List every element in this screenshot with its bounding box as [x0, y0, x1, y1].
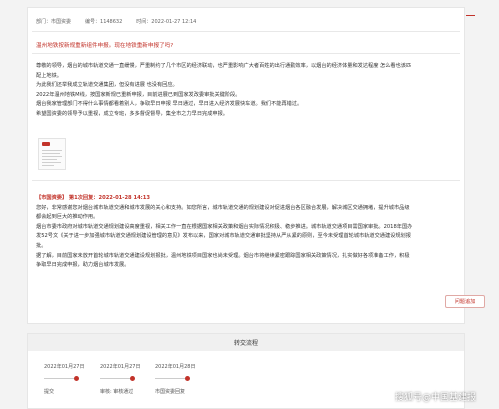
reply-paragraph: 争取早日完成申报，助力烟台城市发展。 — [36, 262, 130, 269]
document-logo-icon — [42, 142, 50, 146]
thumb-line — [42, 165, 54, 166]
reply-header: 【市国资委】 第1次回复：2022-01-28 14:13 — [36, 195, 150, 201]
attachment-thumbnail[interactable] — [38, 138, 66, 170]
message-time: 时间：2022-01-27 12:14 — [136, 18, 197, 25]
watermark: 搜狐号@中国基建报 — [395, 393, 477, 403]
message-number: 编号：1148632 — [85, 18, 123, 25]
flow-connector — [100, 378, 130, 379]
flow-dot-icon — [185, 376, 190, 381]
reply-paragraph: 烟台市委市政府对城市轨道交通规划建设高度重视，相关工作一直在根据国家相关政策和烟… — [36, 223, 413, 230]
reply-paragraph: 发52号文《关于进一步加强城市轨道交通规划建设管理的意见》发布以来，国家对城市轨… — [36, 233, 411, 240]
message-paragraph: 配上地铁。 — [36, 72, 62, 79]
flow-step: 2022年01月28日 市国资委回复 — [155, 363, 235, 395]
divider — [32, 31, 460, 32]
thumb-line — [42, 150, 62, 151]
flow-connector — [155, 378, 185, 379]
thumb-line — [42, 153, 60, 154]
message-body: 尊敬的领导，烟台的城市轨道交通一直缓慢，严重制约了几个市区的经济联动，也严重影响… — [36, 62, 460, 120]
reply-section: 【市国资委】 第1次回复：2022-01-28 14:13 您好，非常感谢您对烟… — [36, 194, 460, 271]
thumb-line — [42, 159, 57, 160]
reply-paragraph: 批。 — [36, 242, 47, 249]
thumb-line — [42, 156, 62, 157]
message-paragraph: 希望国资委的领导予以重视，成立专班，多多督促督导，集全市之力早日完成申报。 — [36, 110, 228, 117]
flow-step-label: 审核: 审核通过 — [100, 389, 134, 395]
flow-title: 转交流程 — [28, 334, 464, 351]
thumb-line — [42, 162, 61, 163]
message-paragraph: 尊敬的领导，烟台的城市轨道交通一直缓慢，严重制约了几个市区的经济联动，也严重影响… — [36, 63, 412, 69]
message-paragraph: 为此我们还举我成立轨道交通集团，但没有进展 也没有回应。 — [36, 82, 178, 89]
message-card: 部门：市国资委 编号：1148632 时间：2022-01-27 12:14 温… — [27, 7, 485, 324]
flow-step-date: 2022年01月28日 — [155, 364, 196, 370]
message-paragraph: 烟台我家管理部门不得什么事情都看着别人，争取早日申报 早日通过，早日进入经济发展… — [36, 101, 303, 108]
flow-dot-icon — [130, 376, 135, 381]
divider — [32, 180, 460, 181]
header-accent-line — [466, 15, 475, 16]
reply-paragraph: 都会起到巨大的推动作用。 — [36, 214, 99, 221]
flow-dot-icon — [74, 376, 79, 381]
message-paragraph: 2022年温州地铁M线，按国家新规已重新申报，目前进展已到国家发改委审批关键阶段… — [36, 91, 241, 98]
message-meta: 部门：市国资委 编号：1148632 时间：2022-01-27 12:14 — [36, 17, 196, 25]
divider — [32, 53, 460, 54]
flow-step-label: 提交 — [44, 389, 55, 395]
department-label: 部门：市国资委 — [36, 18, 72, 25]
flow-connector — [44, 378, 74, 379]
flow-step-label: 市国资委回复 — [155, 389, 186, 395]
follow-up-question-button[interactable]: 问题追加 — [445, 295, 485, 308]
reply-paragraph: 据了解，目前国家未放开首轮城市轨道交通建设规划报批，温州地铁项目国家也尚未受理。… — [36, 252, 410, 259]
reply-paragraph: 您好，非常感谢您对烟台城市轨道交通和城市发展的关心和支持。如您所言，城市轨道交通… — [36, 204, 410, 211]
message-title: 温州地铁按新规重新组件申报。现在地铁重新申报了吗? — [36, 43, 174, 49]
